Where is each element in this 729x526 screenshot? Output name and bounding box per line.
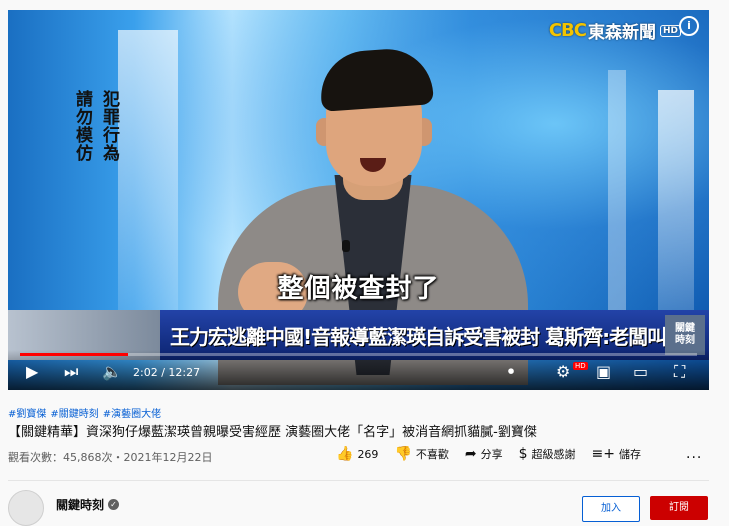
play-icon[interactable]: ▶ (26, 362, 38, 381)
view-count-date: 觀看次數：45,868次・2021年12月22日 (8, 451, 213, 464)
program-badge-line-2: 時刻 (675, 335, 695, 346)
theater-icon[interactable]: ▭ (633, 362, 648, 381)
hd-mark: HD (659, 24, 681, 37)
warning-line-1: 犯罪行為 (99, 90, 119, 162)
super-thanks-icon: $ (518, 446, 528, 462)
ticker-headline: 王力宏逃離中國!音報導藍潔瑛自訴受害被封 葛斯齊:老闆叫我快跑! (170, 324, 665, 349)
volume-icon[interactable]: 🔈 (102, 362, 122, 381)
join-button[interactable]: 加入 (582, 496, 640, 522)
save-button[interactable]: ≡+ 儲存 (592, 446, 641, 462)
like-button[interactable]: 👍 269 (336, 446, 378, 462)
cbc-logo: CBC (548, 20, 587, 41)
add-to-playlist-icon: ≡+ (591, 446, 615, 462)
miniplayer-icon[interactable]: ▣ (596, 362, 611, 381)
channel-watermark: CBC 東森新聞 HD (549, 18, 681, 43)
more-actions-button[interactable]: ... (686, 446, 702, 462)
verified-check-icon: ✓ (108, 499, 120, 510)
share-button[interactable]: ➦ 分享 (465, 446, 503, 462)
player-controls: ▶ ⏭ 🔈 2:02 / 12:27 ⏺ ⚙ HD ▣ ▭ ⛶ (8, 350, 709, 390)
share-label: 分享 (480, 448, 503, 461)
next-icon[interactable]: ⏭ (64, 362, 78, 382)
save-label: 儲存 (619, 448, 641, 461)
program-badge-line-1: 關鍵 (675, 323, 695, 334)
channel-name[interactable]: 關鍵時刻 (56, 496, 104, 513)
video-actions: 👍 269 👎 不喜歡 ➦ 分享 $ 超級感謝 ≡+ 儲存 (336, 446, 657, 462)
thanks-button[interactable]: $ 超級感謝 (519, 446, 576, 462)
time-display: 2:02 / 12:27 (133, 366, 201, 379)
crime-warning-caption: 犯罪行為 請勿模仿 (72, 90, 122, 162)
lapel-mic (342, 240, 350, 252)
hd-badge: HD (573, 362, 588, 370)
warning-line-2: 請勿模仿 (72, 90, 92, 162)
info-card-icon[interactable]: i (679, 16, 699, 36)
thanks-label: 超級感謝 (531, 448, 576, 461)
hashtag-list: #劉寶傑 #關鍵時刻 #演藝圈大佬 (8, 405, 161, 420)
fullscreen-icon[interactable]: ⛶ (674, 362, 685, 382)
video-title: 【關鍵精華】資深狗仔爆藍潔瑛曾親曝受害經歷 演藝圈大佬「名字」被消音網抓貓膩-劉… (8, 425, 537, 440)
settings-icon[interactable]: ⚙ (556, 362, 570, 381)
channel-avatar[interactable] (8, 490, 44, 526)
program-badge: 關鍵 時刻 (665, 315, 705, 355)
share-icon: ➦ (464, 446, 477, 462)
dislike-label: 不喜歡 (415, 448, 449, 461)
hashtag-link[interactable]: #演藝圈大佬 (103, 405, 161, 420)
hashtag-link[interactable]: #劉寶傑 (8, 405, 46, 420)
thumbs-up-icon: 👍 (336, 446, 354, 462)
autoplay-toggle[interactable]: ⏺ (508, 364, 514, 379)
thumbs-down-icon: 👎 (394, 446, 412, 462)
divider (8, 480, 709, 481)
video-player[interactable]: 犯罪行為 請勿模仿 CBC 東森新聞 HD i 整個被查封了 王力宏逃離中國!音… (8, 10, 709, 390)
progress-bar[interactable] (20, 353, 697, 356)
hashtag-link[interactable]: #關鍵時刻 (50, 405, 98, 420)
like-count: 269 (357, 447, 379, 461)
channel-name-row: 關鍵時刻 ✓ (56, 496, 120, 513)
channel-logo-name: 東森新聞 (587, 23, 656, 43)
progress-played (20, 353, 129, 356)
dislike-button[interactable]: 👎 不喜歡 (394, 446, 448, 462)
subscribe-button[interactable]: 訂閱 (650, 496, 708, 520)
video-subtitle: 整個被查封了 (277, 274, 440, 304)
